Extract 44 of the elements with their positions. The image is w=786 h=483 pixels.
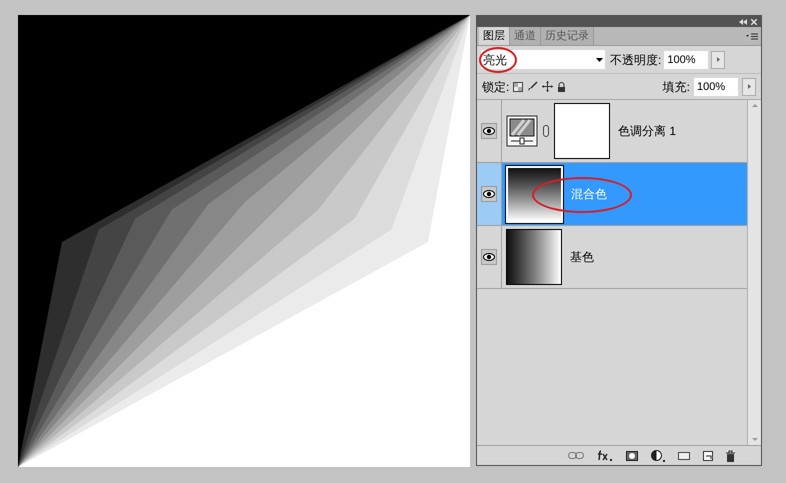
- annotation-circle: [479, 47, 517, 73]
- fill-label: 填充:: [662, 78, 690, 96]
- lock-transparent-pixels-icon[interactable]: [513, 82, 524, 92]
- adjustment-thumbnail-icon: [506, 115, 538, 147]
- fill-field[interactable]: 100%: [694, 78, 738, 96]
- folder-icon[interactable]: [678, 451, 690, 460]
- trash-icon[interactable]: [726, 450, 735, 462]
- adjustment-layer-icon[interactable]: [651, 450, 665, 462]
- eye-icon: [483, 190, 495, 198]
- opacity-label: 不透明度:: [610, 52, 662, 68]
- panel-tab[interactable]: 通道: [510, 27, 541, 45]
- arrow-right-icon: [748, 84, 750, 89]
- layer-thumbnail: [506, 166, 563, 222]
- visibility-toggle[interactable]: [481, 249, 497, 265]
- visibility-toggle[interactable]: [481, 123, 497, 139]
- layer-name: 基色: [570, 249, 594, 266]
- blend-mode-dropdown[interactable]: 亮光: [481, 50, 605, 69]
- fill-slider-button[interactable]: [742, 78, 756, 96]
- lock-label: 锁定:: [482, 78, 510, 96]
- layer-thumbnail: [506, 229, 562, 285]
- layer-row[interactable]: 色调分离 1: [477, 100, 747, 163]
- visibility-toggle[interactable]: [481, 186, 497, 202]
- eye-icon: [483, 127, 495, 135]
- layer-mask-thumbnail: [554, 103, 610, 159]
- layer-style-icon[interactable]: [597, 450, 613, 461]
- link-icon[interactable]: [568, 452, 584, 459]
- layer-name: 混合色: [571, 186, 607, 203]
- opacity-field[interactable]: 100%: [664, 50, 708, 68]
- lock-icon[interactable]: [557, 82, 566, 92]
- layer-name: 色调分离 1: [618, 123, 676, 140]
- panel-tab[interactable]: 图层: [479, 27, 510, 45]
- close-icon[interactable]: [751, 18, 757, 24]
- chain-link-icon: [543, 125, 549, 137]
- opacity-slider-button[interactable]: [711, 50, 726, 68]
- brush-icon[interactable]: [527, 81, 538, 92]
- mask-icon[interactable]: [626, 450, 638, 460]
- dropdown-arrow-icon: [596, 58, 603, 62]
- collapse-icon[interactable]: [739, 18, 747, 24]
- arrow-right-icon: [716, 57, 720, 62]
- eye-icon: [483, 253, 495, 261]
- move-icon[interactable]: [542, 81, 554, 92]
- panel-menu-icon[interactable]: [746, 33, 758, 40]
- new-layer-icon[interactable]: [703, 450, 713, 460]
- layer-row[interactable]: 基色: [477, 226, 747, 289]
